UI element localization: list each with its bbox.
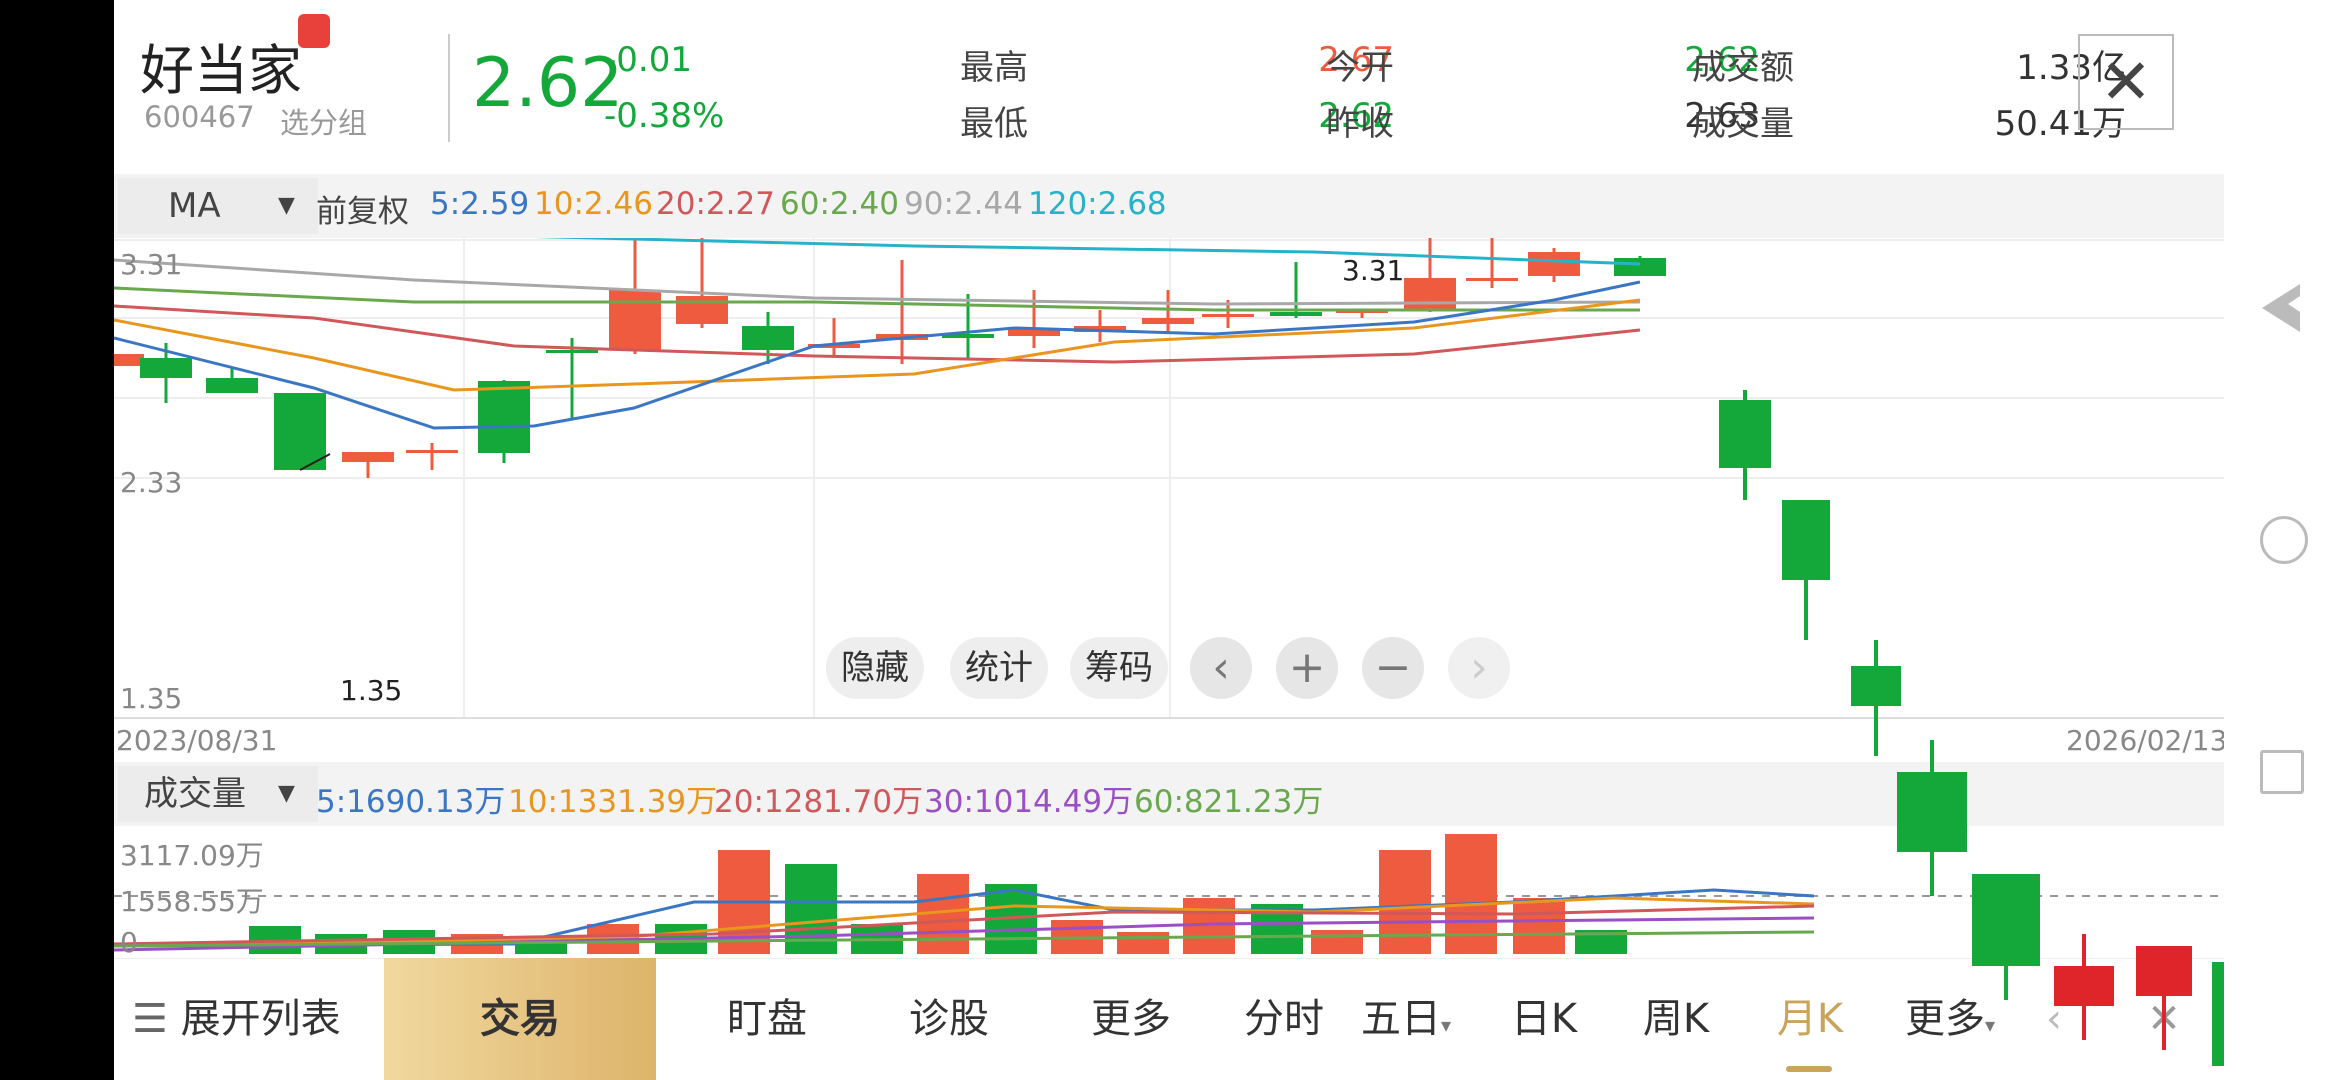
- floating-candle-body: [2054, 966, 2114, 1006]
- floating-candle-body: [1719, 400, 1771, 468]
- floating-candles: [1719, 390, 2335, 1080]
- home-icon[interactable]: [2260, 516, 2308, 564]
- floating-candle-body: [1782, 500, 1830, 580]
- floating-candle-body: [1851, 666, 1901, 706]
- floating-candle-body: [1897, 772, 1967, 852]
- system-nav-bar: [2224, 0, 2340, 1080]
- back-icon-inner: [2288, 284, 2318, 324]
- recents-icon[interactable]: [2260, 750, 2304, 794]
- floating-candle-body: [1972, 874, 2040, 966]
- floating-candle-body: [2136, 946, 2192, 996]
